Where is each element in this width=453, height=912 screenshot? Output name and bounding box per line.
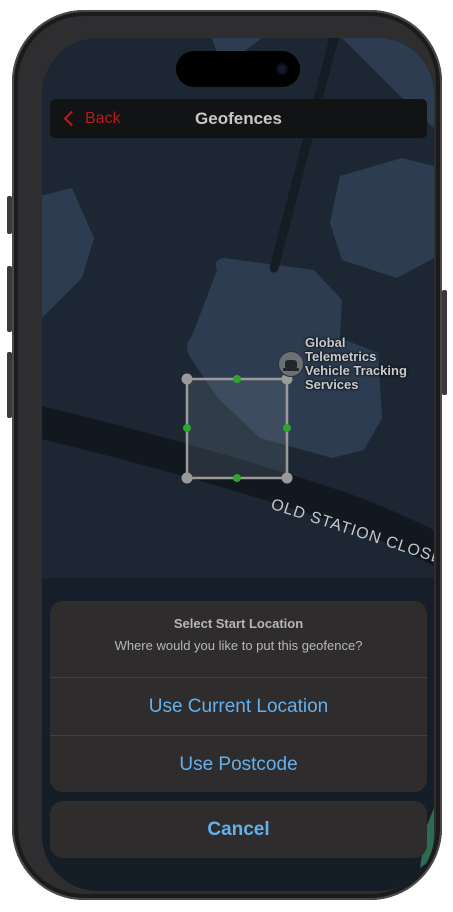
action-sheet-title: Select Start Location — [173, 616, 304, 631]
geofence-midpoint-handle — [183, 424, 191, 432]
geofence-area — [185, 377, 289, 480]
geofence-midpoint-handle — [233, 375, 241, 383]
geofence-vertex-handle — [181, 472, 193, 484]
geofence-vertex-handle — [281, 472, 293, 484]
use-current-location-button[interactable]: Use Current Location — [50, 678, 427, 736]
action-sheet: Select Start Location Where would you li… — [50, 601, 427, 792]
action-sheet-header: Select Start Location Where would you li… — [50, 601, 427, 678]
poi-label[interactable]: Global Telemetrics Vehicle Tracking Serv… — [305, 336, 415, 392]
action-button — [7, 196, 12, 234]
volume-down-button — [7, 352, 12, 418]
map-block — [330, 158, 434, 278]
cancel-button[interactable]: Cancel — [50, 801, 427, 858]
dynamic-island — [176, 51, 300, 87]
car-icon[interactable] — [278, 351, 304, 377]
phone-screen: Global Telemetrics Vehicle Tracking Serv… — [42, 38, 434, 891]
page-title: Geofences — [195, 109, 282, 128]
camera-icon — [276, 63, 288, 75]
geofence-midpoint-handle — [233, 474, 241, 482]
geofence-vertex-handle — [181, 373, 193, 385]
use-postcode-button[interactable]: Use Postcode — [50, 736, 427, 792]
phone-frame: Global Telemetrics Vehicle Tracking Serv… — [7, 10, 447, 900]
poi-label-line: Global — [305, 335, 346, 350]
navigation-bar: Back Geofences — [50, 99, 427, 138]
poi-label-line: Telemetrics — [305, 349, 377, 364]
poi-label-line: Services — [305, 377, 359, 392]
poi-label-line: Vehicle Tracking — [305, 363, 407, 378]
geofence-midpoint-handle — [283, 424, 291, 432]
action-sheet-message: Where would you like to put this geofenc… — [114, 638, 363, 653]
volume-up-button — [7, 266, 12, 332]
power-button — [442, 290, 447, 395]
